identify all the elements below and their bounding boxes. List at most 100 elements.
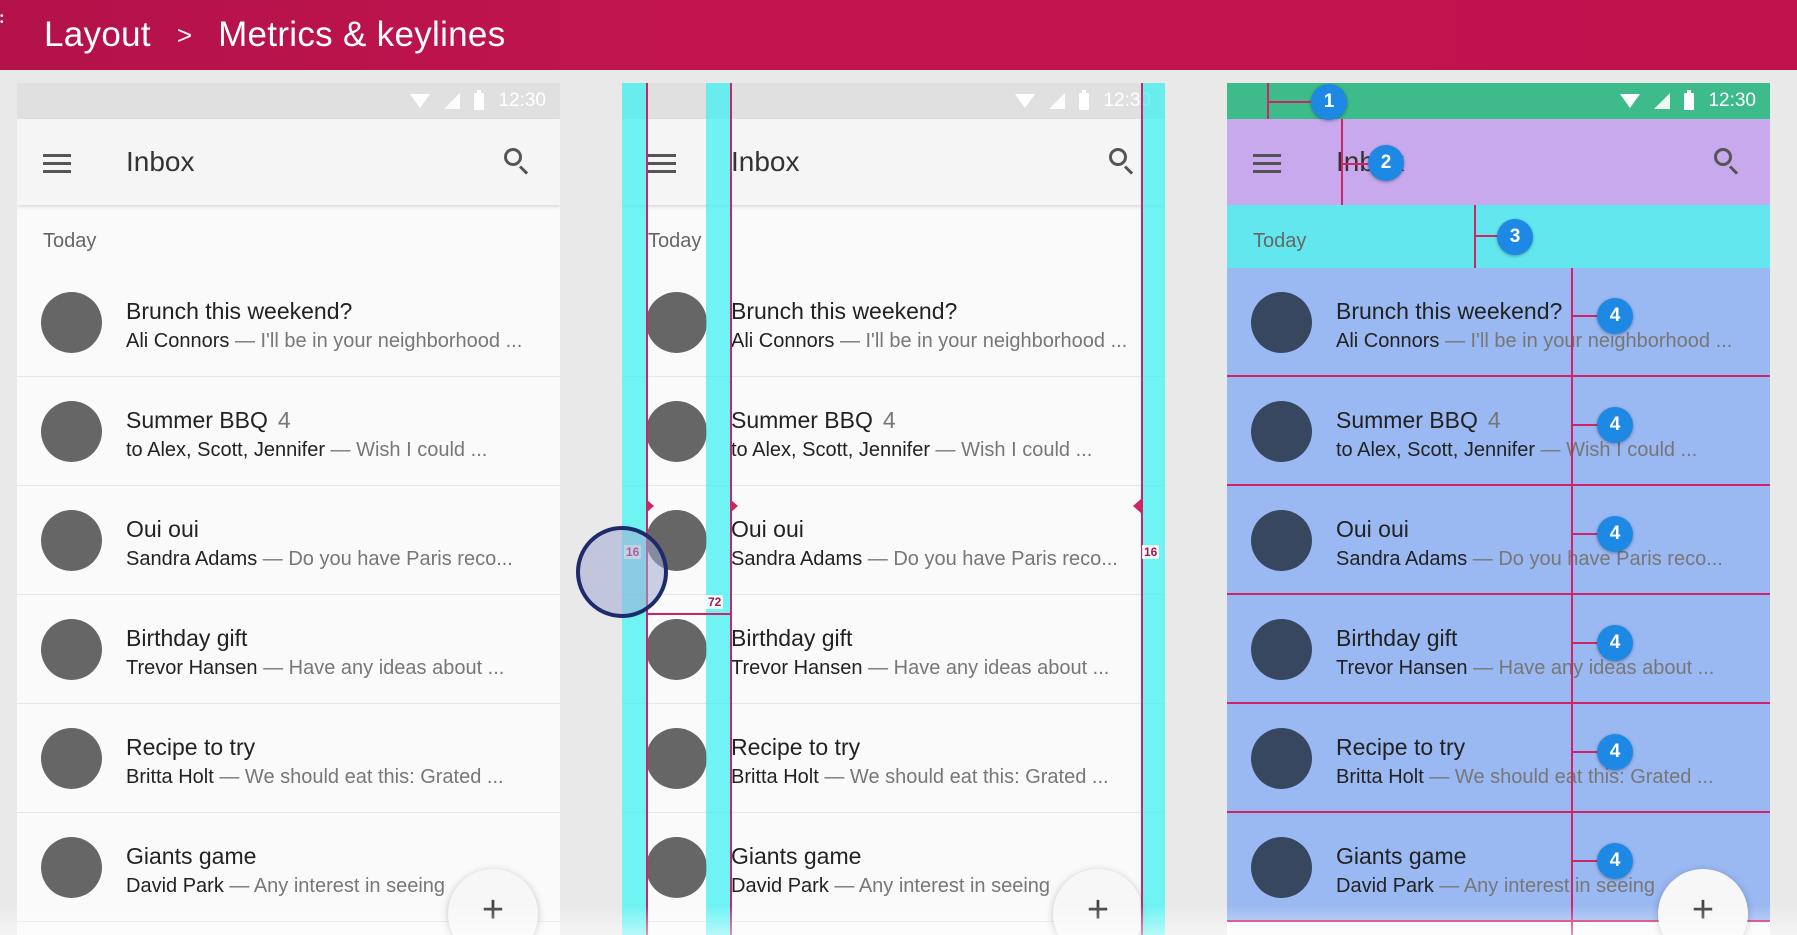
list-item[interactable]: Summer BBQ 4 to Alex, Scott, Jennifer — Wi… <box>622 377 1165 486</box>
signal-icon <box>1654 93 1671 109</box>
message-snippet: — We should eat this: Grated ... <box>213 766 504 788</box>
message-sender: Britta Holt <box>126 766 214 788</box>
keyline-marker-content <box>730 499 738 513</box>
message-snippet: — Have any ideas about ... <box>257 657 505 679</box>
message-preview: Sandra Adams — Do you have Paris reco... <box>731 548 1118 571</box>
message-subject: Brunch this weekend? <box>126 298 353 324</box>
list-item[interactable]: Oui oui Sandra Adams — Do you have Paris … <box>17 486 560 595</box>
message-preview: Britta Holt — We should eat this: Grated… <box>126 766 504 789</box>
message-preview: Britta Holt — We should eat this: Grated… <box>1336 766 1714 789</box>
app-bar: Inbox <box>1227 119 1770 205</box>
message-sender: Ali Connors <box>731 330 835 352</box>
list-item[interactable]: Brunch this weekend? Ali Connors — I'll b… <box>17 268 560 377</box>
list-item[interactable]: Birthday gift Trevor Hansen — Have any id… <box>622 595 1165 704</box>
message-count: 4 <box>1487 407 1501 433</box>
avatar <box>1251 837 1312 898</box>
message-subject: Recipe to try <box>126 734 256 760</box>
list-item[interactable]: Summer BBQ 4 to Alex, Scott, Jennifer — Wi… <box>17 377 560 486</box>
battery-icon <box>1684 89 1695 110</box>
message-preview: Britta Holt — We should eat this: Grated… <box>731 766 1109 789</box>
signal-icon <box>1049 93 1066 109</box>
status-guide-line <box>1267 101 1315 103</box>
message-preview: Trevor Hansen — Have any ideas about ... <box>1336 657 1714 680</box>
wifi-icon <box>410 94 431 108</box>
avatar <box>41 728 102 789</box>
message-snippet: — We should eat this: Grated ... <box>818 766 1109 788</box>
message-subject: Birthday gift <box>126 625 248 651</box>
message-preview: David Park — Any interest in seeing <box>731 875 1050 898</box>
list-item[interactable]: Recipe to try Britta Holt — We should eat… <box>1227 704 1770 813</box>
subheader-today: Today <box>43 230 97 252</box>
message-subject: Summer BBQ 4 <box>1336 407 1501 433</box>
message-sender: to Alex, Scott, Jennifer <box>1336 439 1535 461</box>
message-subject: Birthday gift <box>731 625 853 651</box>
message-preview: Trevor Hansen — Have any ideas about ... <box>126 657 504 680</box>
avatar <box>41 619 102 680</box>
message-snippet: — Any interest in seeing <box>1433 875 1656 897</box>
list-item[interactable]: Recipe to try Britta Holt — We should eat… <box>17 704 560 813</box>
list-item[interactable]: Oui oui Sandra Adams — Do you have Paris … <box>1227 486 1770 595</box>
badge-status-bar: 1 <box>1311 84 1347 120</box>
message-subject: Giants game <box>731 843 862 869</box>
dimension-label-right: 16 <box>1142 545 1160 559</box>
status-bar: 12:30 <box>622 83 1165 119</box>
app-title: Inbox <box>126 146 195 177</box>
message-subject: Oui oui <box>731 516 804 542</box>
message-sender: David Park <box>1336 875 1434 897</box>
avatar <box>646 728 707 789</box>
breadcrumb-chevron-icon: > <box>176 19 193 50</box>
message-snippet: — I'll be in your neighborhood ... <box>1439 330 1733 352</box>
badge-app-bar: 2 <box>1368 145 1404 181</box>
message-subject: Summer BBQ 4 <box>731 407 896 433</box>
badge-list-item: 4 <box>1597 516 1633 552</box>
search-icon[interactable] <box>1714 148 1740 175</box>
message-sender: Sandra Adams <box>731 548 863 570</box>
message-snippet: — Do you have Paris reco... <box>257 548 513 570</box>
subheader-today: Today <box>648 230 702 252</box>
avatar <box>41 292 102 353</box>
top-header-bar: • • Layout > Metrics & keylines <box>0 0 1797 70</box>
message-sender: Sandra Adams <box>126 548 258 570</box>
menu-icon[interactable] <box>648 154 676 173</box>
message-preview: David Park — Any interest in seeing <box>1336 875 1655 898</box>
message-snippet: — Have any ideas about ... <box>1467 657 1715 679</box>
avatar <box>646 837 707 898</box>
message-preview: Ali Connors — I'll be in your neighborho… <box>126 330 522 353</box>
list-item[interactable]: Summer BBQ 4 to Alex, Scott, Jennifer — Wi… <box>1227 377 1770 486</box>
phone-mockup-keylines: 12:30 Inbox Today Brunch this weekend? Ali C… <box>622 83 1165 935</box>
message-preview: to Alex, Scott, Jennifer — Wish I could … <box>126 439 487 462</box>
status-time: 12:30 <box>498 90 546 111</box>
message-count: 4 <box>882 407 896 433</box>
avatar <box>41 837 102 898</box>
message-preview: Ali Connors — I'll be in your neighborho… <box>1336 330 1732 353</box>
app-bar: Inbox <box>622 119 1165 205</box>
message-snippet: — I'll be in your neighborhood ... <box>834 330 1128 352</box>
keyline-marker-left <box>646 499 654 513</box>
avatar <box>1251 292 1312 353</box>
breadcrumb-layout[interactable]: Layout <box>44 15 151 55</box>
message-subject: Recipe to try <box>1336 734 1466 760</box>
message-subject: Summer BBQ 4 <box>126 407 291 433</box>
avatar <box>1251 728 1312 789</box>
menu-icon[interactable] <box>43 154 71 173</box>
menu-icon[interactable] <box>1253 154 1281 173</box>
list-guide-line <box>1571 268 1573 935</box>
list-item[interactable]: Birthday gift Trevor Hansen — Have any id… <box>17 595 560 704</box>
appbar-guide-line <box>1341 119 1343 205</box>
phone-mockup-zones: 12:30 Inbox Today Brunch this weekend? Ali C… <box>1227 83 1770 935</box>
message-snippet: — Any interest in seeing <box>828 875 1051 897</box>
message-subject: Brunch this weekend? <box>1336 298 1563 324</box>
list-item[interactable]: Recipe to try Britta Holt — We should eat… <box>622 704 1165 813</box>
search-icon[interactable] <box>504 148 530 175</box>
cursor-highlight <box>576 526 668 618</box>
message-preview: to Alex, Scott, Jennifer — Wish I could … <box>1336 439 1697 462</box>
message-sender: David Park <box>731 875 829 897</box>
message-subject: Recipe to try <box>731 734 861 760</box>
list-item[interactable]: Oui oui Sandra Adams — Do you have Paris … <box>622 486 1165 595</box>
message-snippet: — We should eat this: Grated ... <box>1423 766 1714 788</box>
list-item[interactable]: Brunch this weekend? Ali Connors — I'll b… <box>1227 268 1770 377</box>
list-item[interactable]: Birthday gift Trevor Hansen — Have any id… <box>1227 595 1770 704</box>
battery-icon <box>1079 89 1090 110</box>
list-item[interactable]: Brunch this weekend? Ali Connors — I'll b… <box>622 268 1165 377</box>
search-icon[interactable] <box>1109 148 1135 175</box>
